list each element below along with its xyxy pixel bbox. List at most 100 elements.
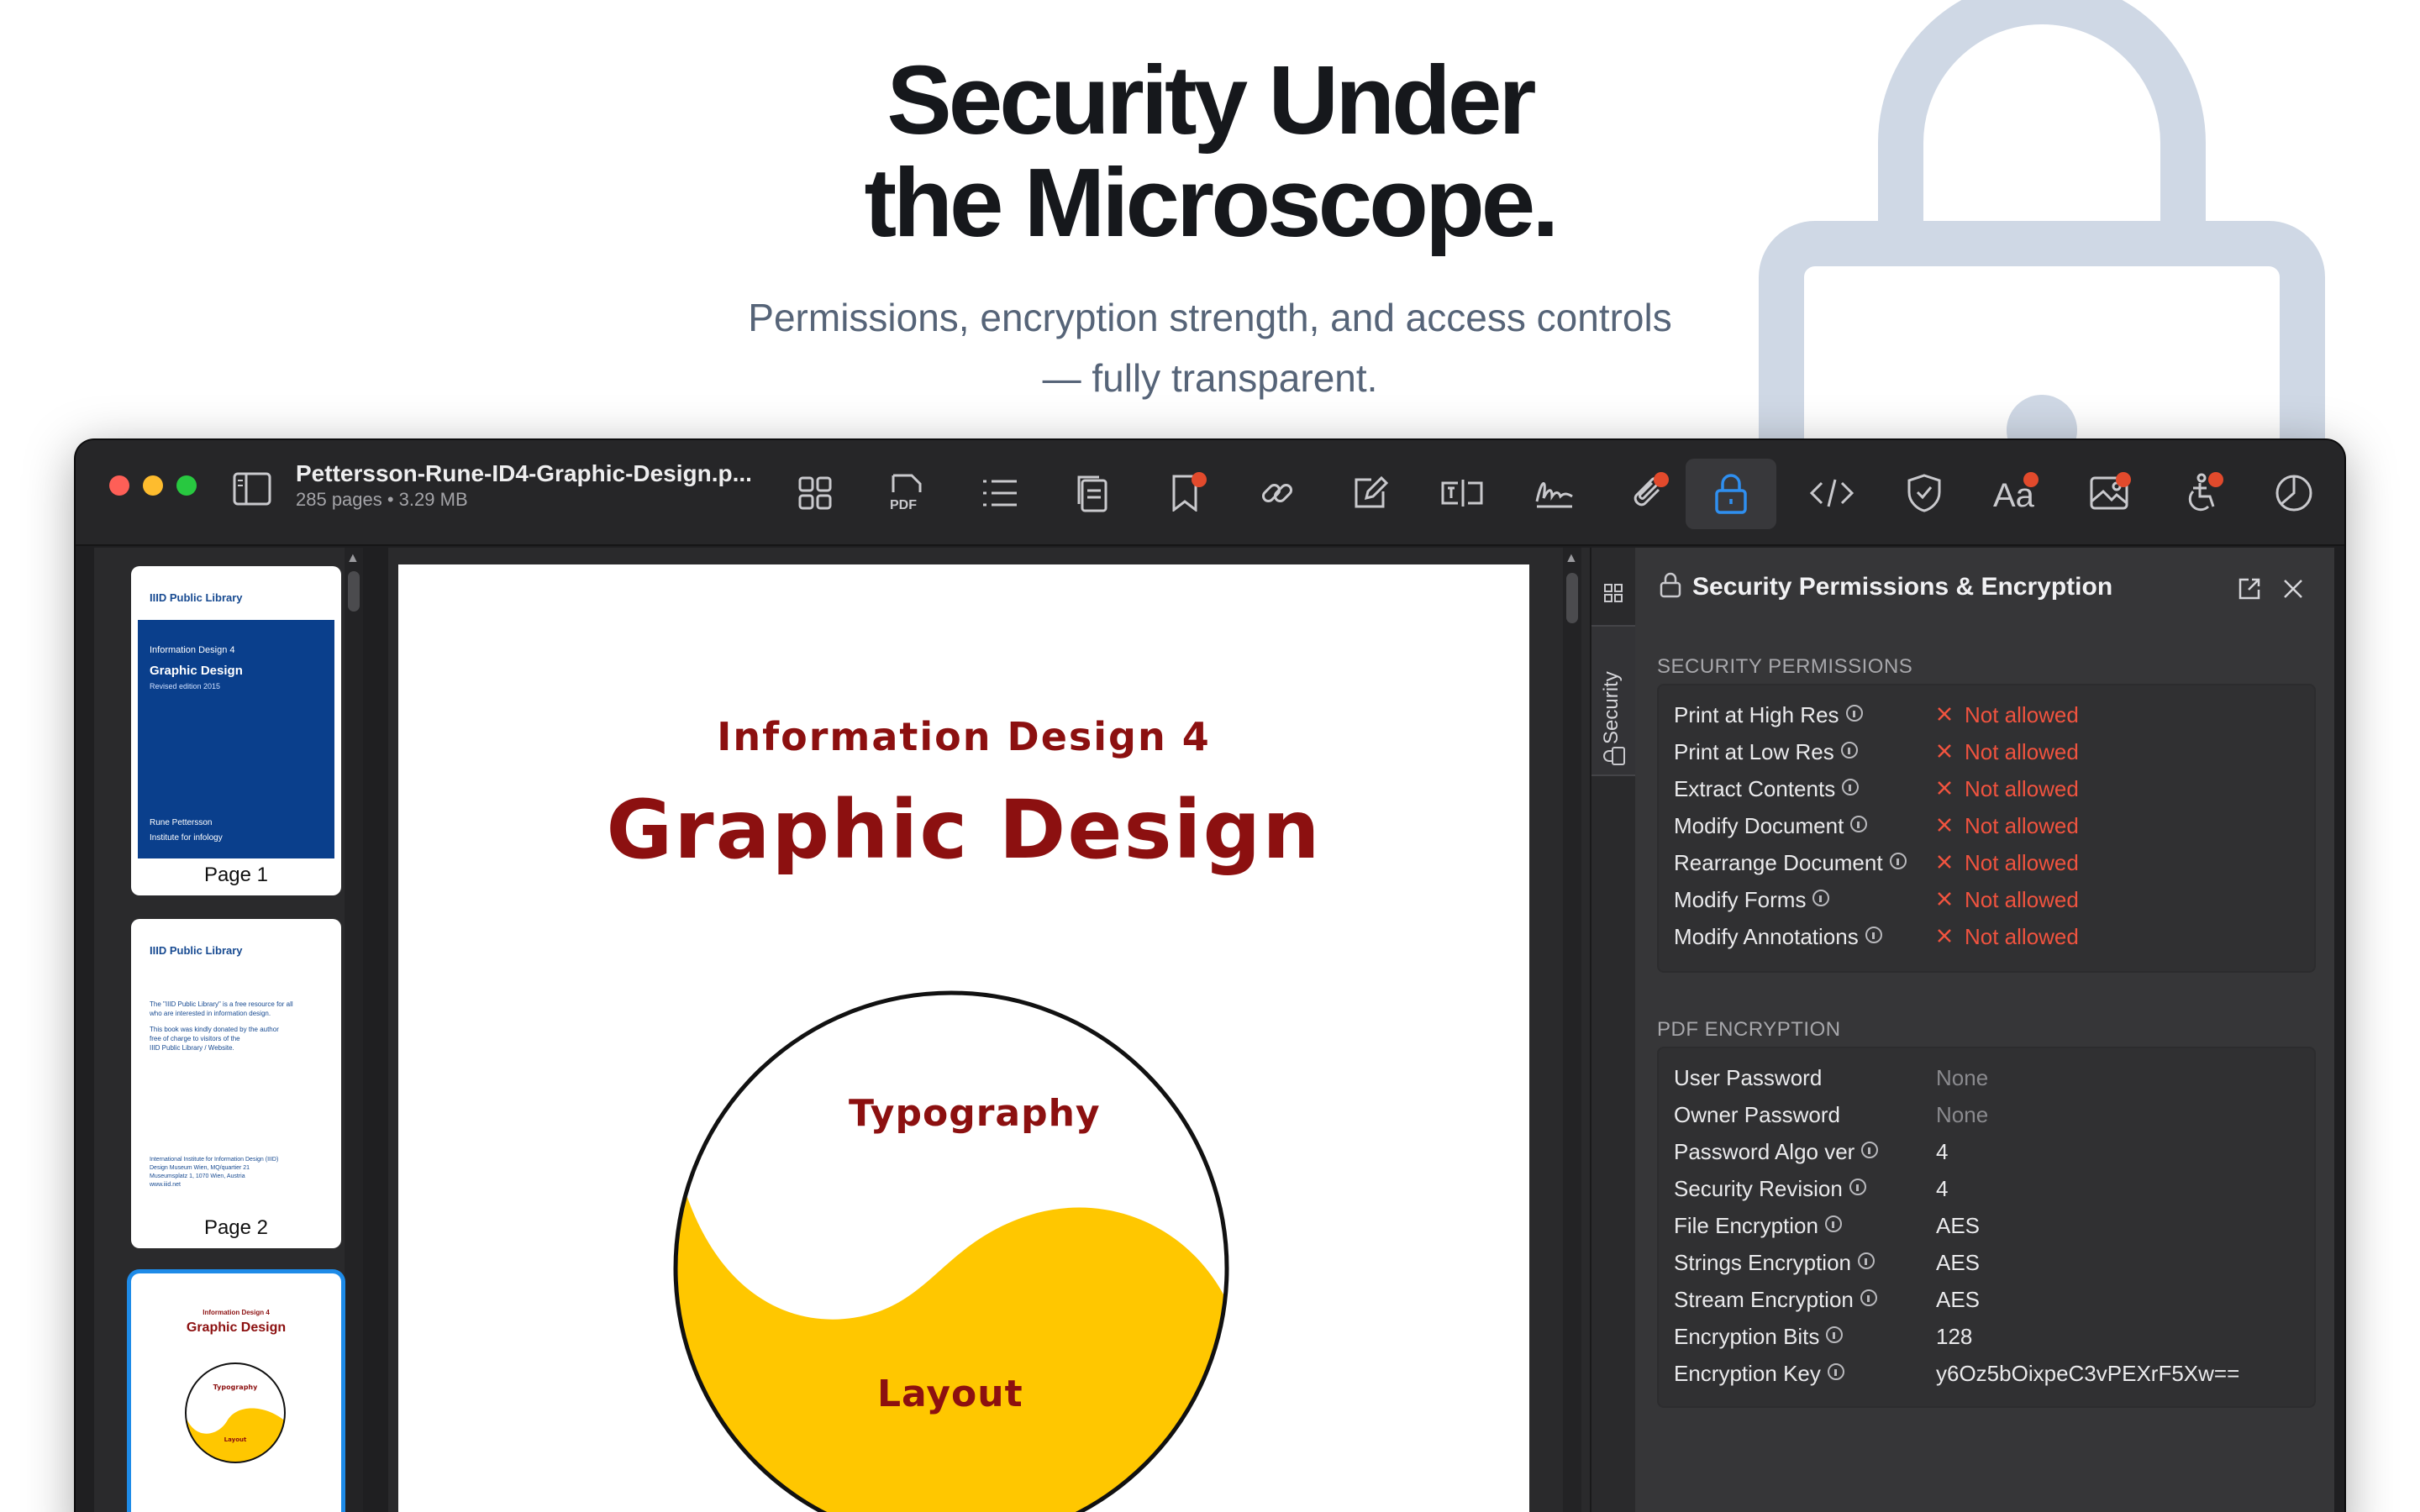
encryption-row: Owner Password None (1674, 1102, 1989, 1127)
sidebar-toggle-icon[interactable] (230, 467, 274, 511)
permission-value: Not allowed (1965, 813, 2079, 838)
list-icon[interactable] (966, 464, 1034, 522)
info-icon[interactable] (1812, 890, 1830, 906)
document-title: Pettersson-Rune-ID4-Graphic-Design.p... (296, 460, 752, 486)
tab-security-label: Security (1600, 671, 1623, 744)
code-icon[interactable] (1798, 464, 1865, 522)
page-subtitle: Information Design 4 (717, 714, 1211, 759)
svg-text:Typography: Typography (213, 1383, 258, 1391)
thumb-cover: Information Design 4 Graphic Design Revi… (138, 620, 334, 858)
permission-row: Modify Annotations Not allowed (1674, 924, 2079, 949)
lock-icon[interactable] (1686, 459, 1776, 529)
grid-icon[interactable] (781, 464, 849, 522)
thumb-institute: Institute for infology (150, 833, 223, 843)
permission-value: Not allowed (1965, 702, 2079, 727)
pdf-page: Information Design 4 Graphic Design Typo… (398, 564, 1529, 1512)
x-icon (1938, 855, 1951, 869)
info-icon[interactable] (1850, 816, 1868, 832)
encryption-row: Encryption Key y6Oz5bOixpeC3vPEXrF5Xw== (1674, 1361, 2240, 1386)
encryption-value: 4 (1936, 1176, 1949, 1201)
permission-row: Modify Forms Not allowed (1674, 887, 2079, 912)
bookmark-icon[interactable] (1151, 464, 1218, 522)
close-icon[interactable] (2282, 578, 2304, 600)
grid-tab-icon[interactable] (1603, 583, 1623, 607)
permission-value: Not allowed (1965, 850, 2079, 875)
permission-value: Not allowed (1965, 924, 2079, 949)
info-icon[interactable] (1840, 742, 1858, 759)
document-viewer[interactable]: Information Design 4 Graphic Design Typo… (388, 548, 1602, 1512)
x-icon (1938, 707, 1951, 721)
encryption-value: AES (1936, 1213, 1981, 1238)
info-icon[interactable] (1865, 927, 1882, 943)
page-thumbnail-1[interactable]: IIID Public Library Information Design 4… (131, 566, 341, 895)
encryption-value: y6Oz5bOixpeC3vPEXrF5Xw== (1936, 1361, 2240, 1386)
info-icon[interactable] (1824, 1215, 1842, 1232)
attachment-icon[interactable] (1613, 464, 1681, 522)
x-icon (1938, 892, 1951, 906)
pie-chart-icon[interactable] (2260, 464, 2328, 522)
thumbnail-scrollbar[interactable] (345, 548, 363, 1512)
permission-row: Print at Low Res Not allowed (1674, 739, 2079, 764)
encryption-row: File Encryption AES (1674, 1213, 1981, 1238)
background-lock-icon (1759, 0, 2325, 454)
info-icon[interactable] (1845, 705, 1863, 722)
encryption-value: AES (1936, 1250, 1981, 1275)
info-icon[interactable] (1849, 1179, 1866, 1195)
thumb-title: Graphic Design (186, 1320, 287, 1335)
encryption-value: None (1936, 1065, 1989, 1090)
edit-icon[interactable] (1336, 464, 1403, 522)
encryption-value: AES (1936, 1287, 1981, 1312)
x-icon (1938, 818, 1951, 832)
thumbnail-sidebar: ▲ IIID Public Library Information Design… (94, 548, 363, 1512)
shield-icon[interactable] (1891, 464, 1958, 522)
image-badge (2116, 472, 2131, 487)
svg-text:PDF: PDF (890, 498, 917, 512)
permissions-heading: SECURITY PERMISSIONS (1657, 655, 1913, 678)
encryption-row: Stream Encryption AES (1674, 1287, 1981, 1312)
thumb-library-label: IIID Public Library (150, 944, 243, 957)
page-thumbnail-3[interactable]: Information Design 4 Graphic Design Typo… (131, 1273, 341, 1512)
thumb-library-label: IIID Public Library (150, 591, 243, 604)
encryption-row: Password Algo ver 4 (1674, 1139, 1949, 1164)
document-meta: 285 pages • 3.29 MB (296, 489, 468, 510)
info-icon[interactable] (1857, 1252, 1875, 1269)
signature-icon[interactable] (1521, 464, 1588, 522)
page-thumbnail-2[interactable]: IIID Public Library The "IIID Public Lib… (131, 919, 341, 1248)
link-icon[interactable] (1244, 464, 1311, 522)
info-icon[interactable] (1889, 853, 1907, 869)
thumb-body-text: The "IIID Public Library" is a free reso… (150, 1000, 293, 1052)
document-scrollbar[interactable] (1563, 548, 1581, 1512)
accessibility-icon[interactable] (2168, 464, 2235, 522)
hero-subtitle: Permissions, encryption strength, and ac… (748, 296, 1672, 400)
open-external-icon[interactable] (2237, 576, 2262, 601)
form-field-icon[interactable] (1428, 464, 1496, 522)
document-scroll-thumb[interactable] (1566, 573, 1578, 623)
thumbnail-scroll-thumb[interactable] (348, 571, 360, 612)
scroll-up-arrow-icon[interactable]: ▲ (1565, 551, 1578, 566)
inspector-tab-strip: Security (1590, 548, 1637, 1512)
thumb-heading: Information Design 4 (203, 1309, 270, 1316)
window-minimize-button[interactable] (143, 475, 163, 496)
scroll-up-arrow-icon[interactable]: ▲ (346, 551, 360, 566)
info-icon[interactable] (1827, 1363, 1844, 1380)
x-icon (1938, 929, 1951, 942)
typography-layout-graphic (673, 990, 1229, 1512)
tab-security[interactable]: Security (1591, 625, 1637, 776)
image-icon[interactable] (2075, 464, 2143, 522)
permission-row: Modify Document Not allowed (1674, 813, 2079, 838)
info-icon[interactable] (1861, 1142, 1879, 1158)
pages-icon[interactable] (1059, 464, 1126, 522)
info-icon[interactable] (1842, 779, 1860, 795)
thumb-heading: Information Design 4 (150, 645, 235, 655)
font-badge (2023, 472, 2039, 487)
info-icon[interactable] (1826, 1326, 1844, 1343)
encryption-value: 128 (1936, 1324, 1973, 1349)
pdf-icon[interactable]: PDF (874, 464, 941, 522)
permission-value: Not allowed (1965, 776, 2079, 801)
window-close-button[interactable] (109, 475, 129, 496)
encryption-row: Encryption Bits 128 (1674, 1324, 1973, 1349)
font-icon[interactable]: Aa (1983, 464, 2050, 522)
app-window: Pettersson-Rune-ID4-Graphic-Design.p... … (76, 440, 2344, 1512)
window-zoom-button[interactable] (176, 475, 197, 496)
info-icon[interactable] (1860, 1289, 1877, 1306)
